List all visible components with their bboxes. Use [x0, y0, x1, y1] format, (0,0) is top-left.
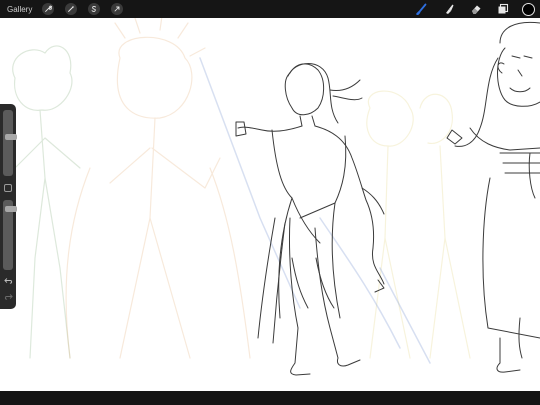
opacity-slider[interactable]	[3, 200, 17, 270]
layers-icon	[498, 3, 509, 14]
layers-button[interactable]	[496, 2, 510, 16]
left-sidebar	[0, 104, 17, 309]
actions-button[interactable]	[42, 3, 55, 15]
gallery-button[interactable]: Gallery	[7, 5, 32, 14]
transform-arrow-icon	[114, 6, 120, 12]
brush-icon	[416, 3, 427, 15]
right-character-sketch	[446, 21, 540, 373]
background-sketch-orange	[65, 18, 251, 359]
background-sketch-green	[12, 45, 81, 359]
drawing-canvas[interactable]	[0, 18, 540, 391]
background-sketch-blue	[199, 57, 431, 364]
undo-button[interactable]	[4, 276, 13, 285]
redo-button[interactable]	[4, 292, 13, 301]
brush-size-handle[interactable]	[5, 134, 17, 140]
main-character-sketch	[235, 63, 385, 376]
opacity-handle[interactable]	[5, 206, 17, 212]
adjustments-button[interactable]	[65, 3, 78, 15]
right-toolbar	[402, 0, 537, 18]
bottom-bar	[0, 391, 540, 405]
eraser-icon	[472, 5, 481, 14]
color-picker-swatch[interactable]	[522, 2, 535, 16]
eraser-tool-button[interactable]	[469, 2, 483, 16]
wrench-icon	[45, 5, 53, 12]
smudge-tool-button[interactable]	[442, 2, 456, 16]
background-sketch-yellow	[366, 90, 471, 359]
selection-s-icon	[91, 5, 97, 12]
brush-tool-button[interactable]	[415, 2, 429, 16]
sketch-artwork	[12, 18, 540, 376]
redo-icon	[4, 294, 13, 300]
undo-icon	[4, 278, 13, 284]
smudge-icon	[446, 4, 454, 14]
top-toolbar: Gallery	[0, 0, 540, 18]
modify-button[interactable]	[4, 184, 12, 192]
transform-button[interactable]	[111, 3, 124, 15]
selection-button[interactable]	[88, 3, 101, 15]
brush-size-slider[interactable]	[3, 110, 17, 176]
adjustments-wand-icon	[68, 5, 75, 12]
